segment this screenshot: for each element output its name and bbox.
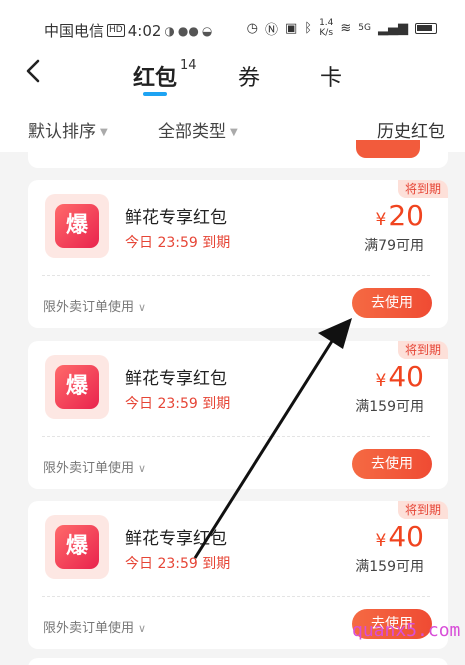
boom-icon: 爆	[55, 204, 99, 248]
vibrate-icon: ▣	[284, 20, 298, 36]
expiring-badge: 将到期	[398, 341, 448, 359]
bluetooth-icon: ᛒ	[304, 20, 313, 36]
tab-coupon[interactable]: 券	[238, 60, 260, 92]
history-link[interactable]: 历史红包	[377, 117, 445, 142]
divider	[42, 275, 430, 276]
type-filter-label: 全部类型	[158, 122, 226, 142]
expiring-badge: 将到期	[398, 501, 448, 519]
coupon-condition: 满159可用	[355, 559, 424, 575]
coupon-card: 爆 鲜花专享红包 今日 23:59 到期 将到期 ¥40 满159可用 限外卖订…	[28, 341, 448, 489]
usage-limit-label: 限外卖订单使用	[43, 461, 135, 476]
time-label: 4:02	[127, 21, 162, 40]
chevron-down-icon: ∨	[138, 462, 147, 475]
coupon-title: 鲜花专享红包	[125, 529, 227, 549]
boom-icon: 爆	[55, 365, 99, 409]
back-button[interactable]	[26, 56, 40, 92]
coupon-title: 鲜花专享红包	[125, 369, 227, 389]
carrier-label: 中国电信	[44, 22, 105, 40]
expiring-badge: 将到期	[398, 180, 448, 198]
currency-symbol: ¥	[375, 210, 387, 230]
coupon-card-partial	[28, 140, 448, 168]
net-speed: 1.4 K/s	[319, 18, 334, 38]
currency-symbol: ¥	[375, 531, 387, 551]
coupon-logo: 爆	[45, 515, 109, 579]
coupon-condition: 满159可用	[355, 399, 424, 415]
chevron-down-icon: ∨	[138, 301, 147, 314]
network-label: 5G	[358, 23, 371, 33]
sort-filter-label: 默认排序	[28, 122, 96, 142]
notification-icon: ◑	[164, 23, 175, 38]
wifi-icon: ≋	[340, 20, 352, 36]
type-filter[interactable]: 全部类型 ▼	[158, 117, 238, 142]
tab-hongbao[interactable]: 红包	[133, 60, 177, 92]
wechat-icon: ●●	[177, 23, 199, 38]
coupon-card: 爆 鲜花专享红包 今日 23:59 到期 将到期 ¥20 满79可用 限外卖订单…	[28, 180, 448, 328]
caret-down-icon: ▼	[100, 126, 108, 138]
coupon-condition: 满79可用	[364, 238, 424, 254]
nfc-icon: Ⓝ	[264, 22, 278, 38]
app-icon: ◒	[201, 23, 213, 38]
signal-icon: ▂▄▆	[378, 20, 408, 36]
usage-limit-toggle[interactable]: 限外卖订单使用 ∨	[43, 617, 146, 636]
chevron-down-icon: ∨	[138, 622, 147, 635]
currency-symbol: ¥	[375, 371, 387, 391]
timer-icon: ◷	[246, 20, 258, 36]
sort-filter[interactable]: 默认排序 ▼	[28, 117, 108, 142]
status-bar: 中国电信 HD 4:02 ◑ ●● ◒ ◷ Ⓝ ▣ ᛒ 1.4 K/s ≋ 5G…	[0, 0, 465, 56]
coupon-title: 鲜花专享红包	[125, 208, 227, 228]
coupon-amount: ¥40	[376, 361, 424, 397]
use-button-partial[interactable]	[356, 140, 420, 158]
coupon-amount: ¥20	[376, 200, 424, 236]
divider	[42, 436, 430, 437]
usage-limit-label: 限外卖订单使用	[43, 621, 135, 636]
use-button[interactable]: 去使用	[352, 288, 432, 318]
amount-value: 20	[388, 199, 424, 232]
coupon-expiry: 今日 23:59 到期	[125, 556, 231, 572]
tab-hongbao-count: 14	[180, 58, 197, 73]
usage-limit-toggle[interactable]: 限外卖订单使用 ∨	[43, 296, 146, 315]
coupon-expiry: 今日 23:59 到期	[125, 235, 231, 251]
caret-down-icon: ▼	[230, 126, 238, 138]
coupon-amount: ¥40	[376, 521, 424, 557]
coupon-logo: 爆	[45, 194, 109, 258]
chevron-left-icon	[26, 59, 40, 83]
amount-value: 40	[388, 520, 424, 553]
usage-limit-toggle[interactable]: 限外卖订单使用 ∨	[43, 457, 146, 476]
coupon-card-partial	[28, 658, 448, 665]
amount-value: 40	[388, 360, 424, 393]
use-button[interactable]: 去使用	[352, 449, 432, 479]
battery-icon	[415, 22, 437, 34]
usage-limit-label: 限外卖订单使用	[43, 300, 135, 315]
coupon-expiry: 今日 23:59 到期	[125, 396, 231, 412]
coupon-logo: 爆	[45, 355, 109, 419]
hd-icon: HD	[107, 24, 125, 37]
boom-icon: 爆	[55, 525, 99, 569]
watermark: quanx5.com	[352, 620, 461, 641]
active-tab-indicator	[143, 92, 167, 96]
divider	[42, 596, 430, 597]
tab-card[interactable]: 卡	[320, 60, 342, 92]
